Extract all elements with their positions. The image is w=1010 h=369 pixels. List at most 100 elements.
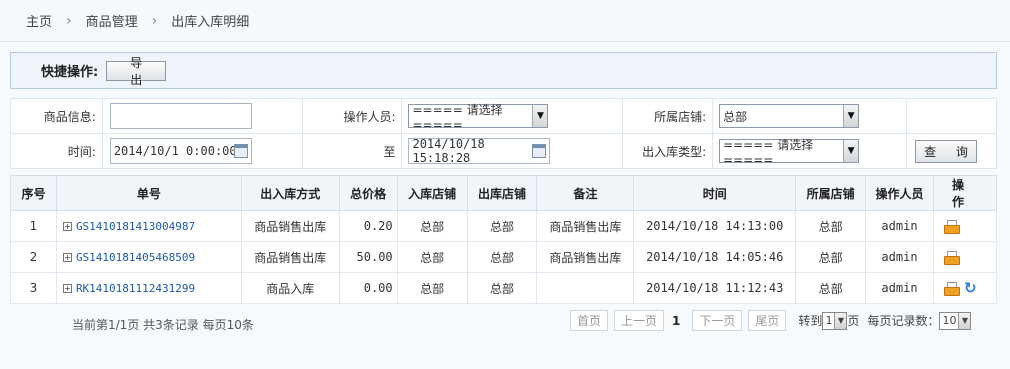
row-time: 2014/10/18 14:05:46 xyxy=(633,241,797,273)
records-table: 序号 单号 出入库方式 总价格 入库店铺 出库店铺 备注 时间 所属店铺 操作人… xyxy=(10,175,998,304)
col-header-number: 单号 xyxy=(55,175,242,211)
time-to-value: 2014/10/18 15:18:28 xyxy=(412,137,485,165)
row-mode: 商品入库 xyxy=(240,272,340,304)
type-label: 出入库类型: xyxy=(622,133,714,169)
expand-icon[interactable]: + xyxy=(62,222,72,231)
row-number-link[interactable]: GS1410181413004987 xyxy=(76,220,195,233)
row-index: 1 xyxy=(10,210,57,242)
row-operator: admin xyxy=(865,272,934,304)
calendar-icon[interactable] xyxy=(532,144,547,158)
chevron-down-icon: ▼ xyxy=(843,105,859,127)
next-page-button[interactable]: 下一页 xyxy=(692,310,743,331)
col-header-price: 总价格 xyxy=(338,175,398,211)
row-time: 2014/10/18 14:13:00 xyxy=(633,210,797,242)
breadcrumb-goods[interactable]: 商品管理 xyxy=(86,11,138,30)
product-info-label: 商品信息: xyxy=(10,98,103,134)
chevron-down-icon: ▼ xyxy=(834,312,847,329)
filter-form: 商品信息: 操作人员: ===== 请选择 ===== ▼ 所属店铺: 总部 ▼ xyxy=(10,98,997,169)
chevron-down-icon: ▼ xyxy=(843,140,859,162)
row-note xyxy=(536,272,635,304)
expand-icon[interactable]: + xyxy=(62,253,72,262)
export-button[interactable]: 导 出 xyxy=(106,56,167,87)
quick-actions-label: 快捷操作: xyxy=(41,65,99,80)
chevron-right-icon: › xyxy=(66,12,72,29)
row-time: 2014/10/18 11:12:43 xyxy=(633,272,797,304)
col-header-in-store: 入库店铺 xyxy=(396,175,468,211)
page-suffix: 页 xyxy=(847,314,860,328)
table-row: 1 + GS1410181413004987 商品销售出库 0.20 总部 总部 … xyxy=(10,210,998,242)
col-header-operator: 操作人员 xyxy=(865,175,934,211)
breadcrumb-current: 出库入库明细 xyxy=(171,15,250,30)
time-label: 时间: xyxy=(10,133,103,169)
row-mode: 商品销售出库 xyxy=(240,241,340,273)
row-price: 0.20 xyxy=(338,210,398,242)
row-price: 50.00 xyxy=(338,241,398,273)
row-store: 总部 xyxy=(795,272,867,304)
current-page: 1 xyxy=(672,313,681,328)
row-number-link[interactable]: GS1410181405468509 xyxy=(76,251,195,264)
row-in-store: 总部 xyxy=(396,241,468,273)
chevron-down-icon: ▼ xyxy=(532,105,548,127)
store-select[interactable]: 总部 ▼ xyxy=(719,104,860,128)
row-out-store: 总部 xyxy=(466,241,538,273)
col-header-time: 时间 xyxy=(633,175,797,211)
row-price: 0.00 xyxy=(338,272,398,304)
row-operator: admin xyxy=(865,241,934,273)
expand-icon[interactable]: + xyxy=(62,284,72,293)
breadcrumb-home[interactable]: 主页 xyxy=(26,11,52,30)
row-number-cell: + RK1410181112431299 xyxy=(55,272,242,304)
row-index: 3 xyxy=(10,272,57,304)
row-number-cell: + GS1410181405468509 xyxy=(55,241,242,273)
operator-select[interactable]: ===== 请选择 ===== ▼ xyxy=(408,103,549,132)
prev-page-button[interactable]: 上一页 xyxy=(614,310,665,331)
store-select-value: 总部 xyxy=(723,109,748,124)
query-button[interactable]: 查 询 xyxy=(915,139,977,163)
goto-label: 转到 xyxy=(798,314,823,328)
filter-empty-cell xyxy=(906,98,997,134)
row-out-store: 总部 xyxy=(466,272,538,304)
main-panel: 快捷操作: 导 出 商品信息: 操作人员: ===== 请选择 ===== ▼ … xyxy=(0,42,1010,369)
chevron-right-icon: › xyxy=(151,12,158,29)
to-label: 至 xyxy=(301,133,403,169)
print-icon[interactable] xyxy=(943,251,960,265)
row-actions: ↻ xyxy=(932,272,998,304)
chevron-down-icon: ▼ xyxy=(958,312,971,329)
product-info-input[interactable] xyxy=(109,103,252,129)
per-page-label: 每页记录数： xyxy=(867,314,940,328)
row-store: 总部 xyxy=(795,210,867,242)
pagination-info: 当前第1/1页 共3条记录 每页10条 xyxy=(72,318,254,332)
col-header-index: 序号 xyxy=(10,175,57,211)
row-in-store: 总部 xyxy=(396,272,468,304)
calendar-icon[interactable] xyxy=(233,144,248,158)
row-number-cell: + GS1410181413004987 xyxy=(55,210,242,242)
col-header-actions: 操 作 xyxy=(932,175,998,211)
time-from-value: 2014/10/1 0:00:00 xyxy=(113,144,237,158)
goto-page-value: 1 xyxy=(825,314,833,327)
row-note: 商品销售出库 xyxy=(536,241,635,273)
col-header-note: 备注 xyxy=(536,175,635,211)
breadcrumb: 主页 › 商品管理 › 出库入库明细 xyxy=(0,0,1010,42)
last-page-button[interactable]: 尾页 xyxy=(748,310,787,331)
pagination: 首页 上一页 1 下一页 尾页 转到 1 ▼ 页 每页记录数： 10 ▼ xyxy=(570,310,972,331)
per-page-select[interactable]: 10 ▼ xyxy=(939,311,972,330)
time-from-input[interactable]: 2014/10/1 0:00:00 xyxy=(109,138,252,164)
type-select[interactable]: ===== 请选择 ===== ▼ xyxy=(719,138,860,167)
col-header-out-store: 出库店铺 xyxy=(466,175,538,211)
goto-page-select[interactable]: 1 ▼ xyxy=(822,311,848,330)
col-header-mode: 出入库方式 xyxy=(240,175,340,211)
row-actions xyxy=(932,210,998,242)
row-mode: 商品销售出库 xyxy=(240,210,340,242)
row-operator: admin xyxy=(865,210,934,242)
print-icon[interactable] xyxy=(943,220,960,234)
operator-select-value: ===== 请选择 ===== xyxy=(412,102,503,132)
operator-label: 操作人员: xyxy=(301,98,403,134)
time-to-input[interactable]: 2014/10/18 15:18:28 xyxy=(408,137,551,165)
print-icon[interactable] xyxy=(943,281,960,296)
col-header-store: 所属店铺 xyxy=(795,175,867,211)
table-row: 2 + GS1410181405468509 商品销售出库 50.00 总部 总部… xyxy=(10,241,998,273)
first-page-button[interactable]: 首页 xyxy=(570,310,609,331)
row-actions xyxy=(932,241,998,273)
row-number-link[interactable]: RK1410181112431299 xyxy=(76,282,195,295)
row-in-store: 总部 xyxy=(396,210,468,242)
undo-icon[interactable]: ↻ xyxy=(964,279,977,297)
